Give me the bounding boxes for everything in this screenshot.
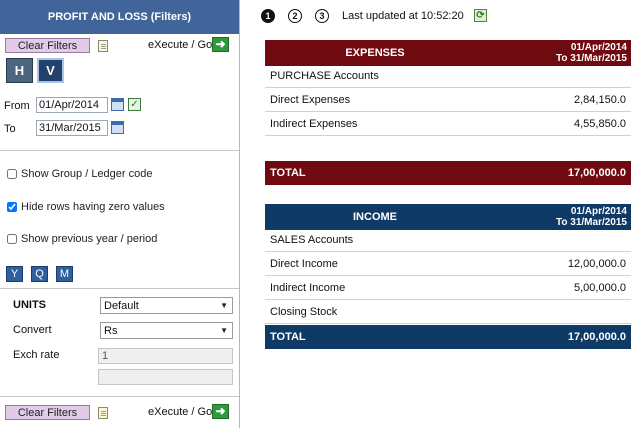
total-label: TOTAL bbox=[270, 167, 306, 179]
go-arrow-icon[interactable]: ➜ bbox=[212, 404, 229, 419]
convert-select[interactable]: Rs ▼ bbox=[100, 322, 233, 339]
income-period: 01/Apr/2014 To 31/Mar/2015 bbox=[556, 206, 627, 228]
hide-zero-rows-option[interactable]: Hide rows having zero values bbox=[7, 201, 165, 213]
income-total-row: TOTAL 17,00,000.0 bbox=[265, 325, 631, 349]
divider bbox=[0, 396, 239, 397]
row-value: 12,00,000.0 bbox=[567, 257, 626, 270]
divider bbox=[0, 288, 239, 289]
horizontal-layout-button[interactable]: H bbox=[6, 58, 33, 83]
clear-filters-button[interactable]: Clear Filters bbox=[5, 38, 90, 53]
row-label: SALES Accounts bbox=[270, 233, 354, 246]
expenses-row[interactable]: Indirect Expenses 4,55,850.0 bbox=[265, 112, 631, 136]
go-arrow-icon[interactable]: ➜ bbox=[212, 37, 229, 52]
row-label: Direct Income bbox=[270, 257, 338, 270]
filter-panel: PROFIT AND LOSS (Filters) Clear Filters … bbox=[0, 0, 240, 428]
filter-panel-title: PROFIT AND LOSS (Filters) bbox=[0, 0, 239, 34]
refresh-icon[interactable]: ⟳ bbox=[474, 9, 487, 22]
period-to: To 31/Mar/2015 bbox=[556, 53, 627, 64]
execute-go-link[interactable]: eXecute / Go bbox=[148, 39, 212, 51]
divider bbox=[0, 150, 239, 151]
dropdown-arrow-icon: ▼ bbox=[220, 326, 228, 335]
clear-filters-button[interactable]: Clear Filters bbox=[5, 405, 90, 420]
document-icon[interactable] bbox=[98, 40, 108, 52]
units-label: UNITS bbox=[13, 299, 46, 311]
to-date-input[interactable] bbox=[36, 120, 108, 136]
checkbox-label: Hide rows having zero values bbox=[21, 201, 165, 213]
show-ledger-code-checkbox[interactable] bbox=[7, 169, 17, 179]
row-label: Indirect Expenses bbox=[270, 117, 358, 130]
last-updated: Last updated at 10:52:20 bbox=[342, 10, 464, 22]
extra-input[interactable] bbox=[98, 369, 233, 385]
row-value: 5,00,000.0 bbox=[574, 281, 626, 294]
row-label: PURCHASE Accounts bbox=[270, 69, 379, 82]
income-row[interactable]: Closing Stock bbox=[265, 300, 631, 324]
to-label: To bbox=[4, 123, 16, 135]
expenses-period: 01/Apr/2014 To 31/Mar/2015 bbox=[556, 42, 627, 64]
exch-rate-label: Exch rate bbox=[13, 349, 60, 361]
units-select[interactable]: Default ▼ bbox=[100, 297, 233, 314]
hide-zero-rows-checkbox[interactable] bbox=[7, 202, 17, 212]
row-label: Indirect Income bbox=[270, 281, 346, 294]
units-value: Default bbox=[104, 299, 139, 312]
income-row[interactable]: Indirect Income 5,00,000.0 bbox=[265, 276, 631, 300]
checkbox-label: Show Group / Ledger code bbox=[21, 168, 153, 180]
step-2-icon[interactable]: 2 bbox=[288, 9, 302, 23]
period-from: 01/Apr/2014 bbox=[570, 42, 627, 53]
show-previous-year-option[interactable]: Show previous year / period bbox=[7, 233, 157, 245]
income-header: INCOME 01/Apr/2014 To 31/Mar/2015 bbox=[265, 204, 631, 230]
document-icon[interactable] bbox=[98, 407, 108, 419]
monthly-button[interactable]: M bbox=[56, 266, 73, 282]
dropdown-arrow-icon: ▼ bbox=[220, 301, 228, 310]
convert-value: Rs bbox=[104, 324, 118, 337]
expenses-title: EXPENSES bbox=[345, 47, 405, 59]
row-value: 4,55,850.0 bbox=[574, 117, 626, 130]
from-label: From bbox=[4, 100, 30, 112]
total-label: TOTAL bbox=[270, 331, 306, 343]
calendar-icon[interactable] bbox=[111, 121, 124, 134]
show-ledger-code-option[interactable]: Show Group / Ledger code bbox=[7, 168, 152, 180]
row-value: 2,84,150.0 bbox=[574, 93, 626, 106]
execute-go-link[interactable]: eXecute / Go bbox=[148, 406, 212, 418]
step-3-icon[interactable]: 3 bbox=[315, 9, 329, 23]
row-label: Direct Expenses bbox=[270, 93, 351, 106]
income-row[interactable]: SALES Accounts bbox=[265, 228, 631, 252]
expenses-row[interactable]: Direct Expenses 2,84,150.0 bbox=[265, 88, 631, 112]
period-to: To 31/Mar/2015 bbox=[556, 217, 627, 228]
quarterly-button[interactable]: Q bbox=[31, 266, 48, 282]
checkbox-label: Show previous year / period bbox=[21, 233, 158, 245]
from-date-input[interactable] bbox=[36, 97, 108, 113]
income-title: INCOME bbox=[353, 211, 397, 223]
show-previous-year-checkbox[interactable] bbox=[7, 234, 17, 244]
exch-rate-input[interactable] bbox=[98, 348, 233, 364]
calendar-check-icon[interactable]: ✓ bbox=[128, 98, 141, 111]
vertical-layout-button[interactable]: V bbox=[37, 58, 64, 83]
expenses-header: EXPENSES 01/Apr/2014 To 31/Mar/2015 bbox=[265, 40, 631, 66]
expenses-row[interactable]: PURCHASE Accounts bbox=[265, 64, 631, 88]
total-value: 17,00,000.0 bbox=[567, 167, 626, 179]
total-value: 17,00,000.0 bbox=[567, 331, 626, 343]
expenses-total-row: TOTAL 17,00,000.0 bbox=[265, 161, 631, 185]
convert-label: Convert bbox=[13, 324, 52, 336]
period-from: 01/Apr/2014 bbox=[570, 206, 627, 217]
income-row[interactable]: Direct Income 12,00,000.0 bbox=[265, 252, 631, 276]
step-1-icon[interactable]: 1 bbox=[261, 9, 275, 23]
last-updated-label: Last updated at bbox=[342, 10, 418, 22]
row-label: Closing Stock bbox=[270, 305, 338, 318]
yearly-button[interactable]: Y bbox=[6, 266, 23, 282]
last-updated-time: 10:52:20 bbox=[420, 10, 464, 22]
calendar-icon[interactable] bbox=[111, 98, 124, 111]
